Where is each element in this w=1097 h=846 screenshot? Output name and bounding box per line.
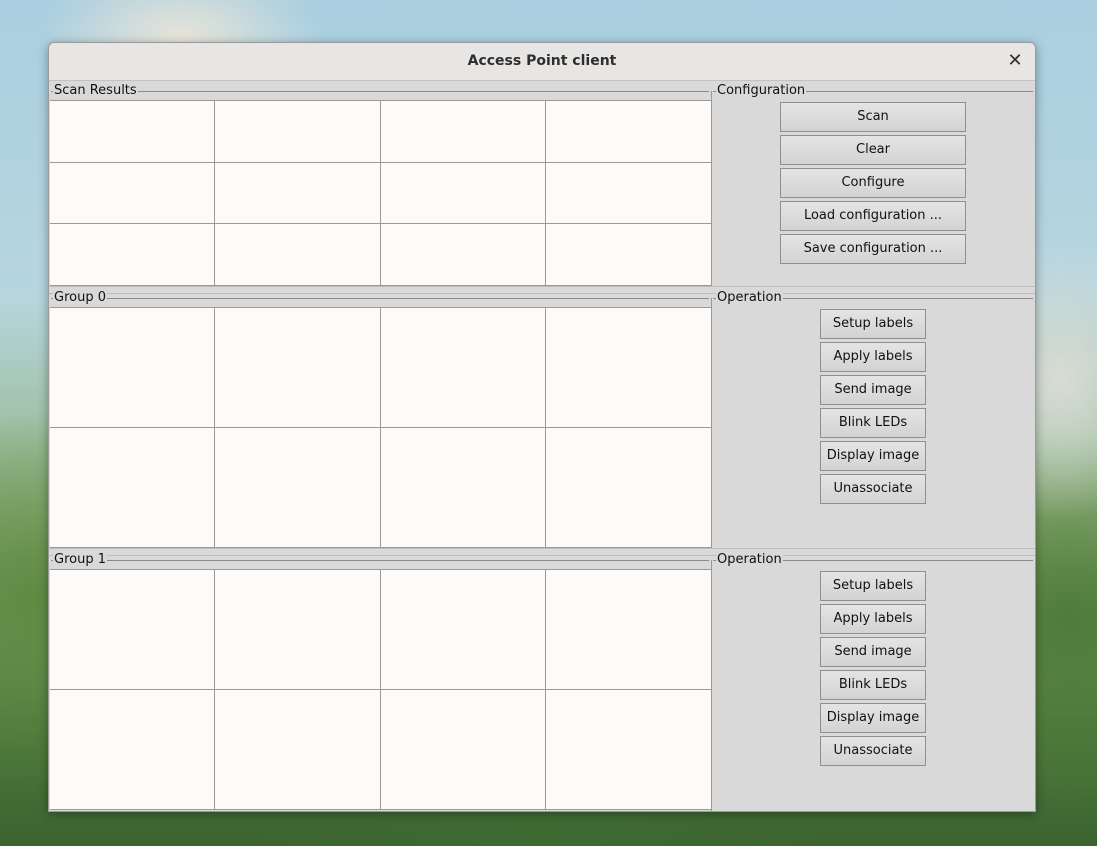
section-separator [49,286,1035,294]
group-1-frame [51,560,709,561]
table-cell[interactable] [215,308,381,428]
divider [711,298,712,548]
table-cell[interactable] [215,224,381,286]
group-0-table[interactable] [50,307,711,548]
group-1-blink-leds-button[interactable]: Blink LEDs [820,670,926,700]
save-configuration-button[interactable]: Save configuration ... [780,234,966,264]
table-cell[interactable] [380,428,546,548]
group-0-display-image-button[interactable]: Display image [820,441,926,471]
table-cell[interactable] [380,308,546,428]
scan-button[interactable]: Scan [780,102,966,132]
table-cell[interactable] [545,224,711,286]
table-cell[interactable] [50,428,216,548]
group-1-setup-labels-button[interactable]: Setup labels [820,571,926,601]
scan-results-frame [51,91,709,92]
table-cell[interactable] [545,570,711,690]
configuration-label: Configuration [716,83,807,98]
table-cell[interactable] [545,163,711,225]
group-0-apply-labels-button[interactable]: Apply labels [820,342,926,372]
group-1-apply-labels-button[interactable]: Apply labels [820,604,926,634]
table-cell[interactable] [545,101,711,163]
table-cell[interactable] [50,308,216,428]
table-cell[interactable] [380,224,546,286]
group-0-setup-labels-button[interactable]: Setup labels [820,309,926,339]
group-1-operation-label: Operation [716,552,783,567]
table-cell[interactable] [545,308,711,428]
table-cell[interactable] [50,162,216,225]
group-1-display-image-button[interactable]: Display image [820,703,926,733]
table-cell[interactable] [380,162,546,225]
divider [711,91,712,286]
title-bar[interactable]: Access Point client ✕ [49,43,1035,81]
group-1-unassociate-button[interactable]: Unassociate [820,736,926,766]
table-cell[interactable] [380,570,546,690]
group-1-send-image-button[interactable]: Send image [820,637,926,667]
table-cell[interactable] [50,224,216,286]
clear-button[interactable]: Clear [780,135,966,165]
group-1-label: Group 1 [53,552,107,567]
table-cell[interactable] [215,162,381,225]
section-separator [49,548,1035,556]
group-1-table[interactable] [50,569,711,810]
group-0-send-image-button[interactable]: Send image [820,375,926,405]
table-cell[interactable] [380,690,546,810]
table-cell[interactable] [215,570,381,690]
table-cell[interactable] [50,101,216,163]
table-cell[interactable] [545,690,711,810]
group-0-blink-leds-button[interactable]: Blink LEDs [820,408,926,438]
table-cell[interactable] [215,690,381,810]
group-0-frame [51,298,709,299]
table-cell[interactable] [50,690,216,810]
table-cell[interactable] [50,570,216,690]
table-cell[interactable] [380,101,546,163]
scan-results-label: Scan Results [53,83,138,98]
app-window: Access Point client ✕ Scan Results Confi… [48,42,1036,812]
group-0-unassociate-button[interactable]: Unassociate [820,474,926,504]
group-0-label: Group 0 [53,290,107,305]
window-title: Access Point client [467,53,617,69]
table-cell[interactable] [215,428,381,548]
group-0-operation-label: Operation [716,290,783,305]
table-cell[interactable] [545,428,711,548]
divider [711,560,712,811]
table-cell[interactable] [215,101,381,163]
configure-button[interactable]: Configure [780,168,966,198]
scan-results-table[interactable] [50,100,711,286]
load-configuration-button[interactable]: Load configuration ... [780,201,966,231]
close-icon[interactable]: ✕ [1005,51,1025,71]
